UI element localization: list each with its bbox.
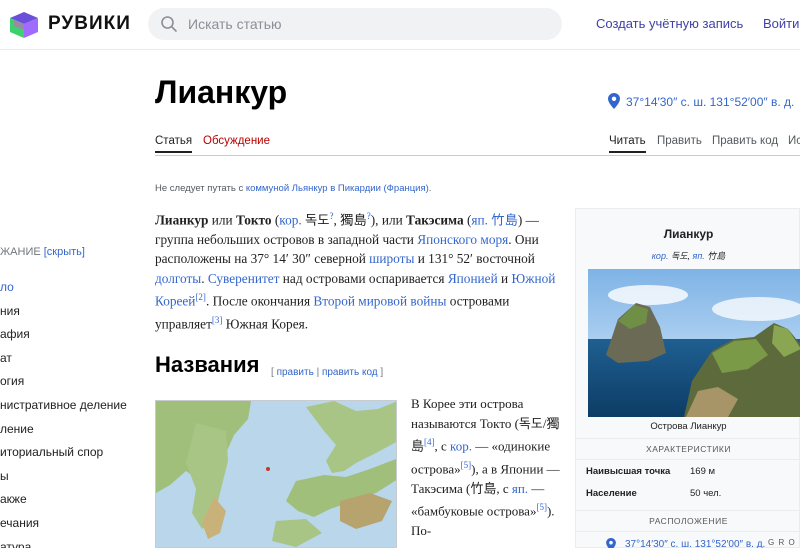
- toc-item[interactable]: акже: [0, 492, 27, 506]
- tab-edit[interactable]: Править: [657, 135, 702, 147]
- tab-article[interactable]: Статья: [155, 135, 193, 153]
- infobox-key: Наивысшая точка: [586, 466, 671, 477]
- sea-of-japan-link[interactable]: Японского моря: [417, 232, 508, 247]
- geo-label[interactable]: G R O: [768, 538, 796, 547]
- hatnote: Не следует путать с коммуной Льянкур в П…: [155, 183, 432, 194]
- toc-hide-toggle[interactable]: [скрыть]: [44, 246, 85, 258]
- infobox-subtitle: кор. 독도, яп. 竹島: [651, 251, 726, 261]
- brand-name[interactable]: РУВИКИ: [48, 13, 131, 35]
- toc-item[interactable]: ния: [0, 304, 20, 318]
- top-header: РУВИКИ Создать учётную запись Войти: [0, 0, 800, 50]
- tab-history[interactable]: Ис: [788, 135, 800, 147]
- toc-item[interactable]: ы: [0, 469, 9, 483]
- map-pin-icon: [608, 93, 620, 109]
- longitude-link[interactable]: долготы: [155, 271, 201, 286]
- japan-link[interactable]: Японией: [448, 271, 498, 286]
- reference-2[interactable]: [2]: [195, 292, 206, 302]
- infobox-value: 169 м: [690, 466, 716, 477]
- tab-discussion[interactable]: Обсуждение: [203, 135, 270, 147]
- section-edit-link[interactable]: править: [277, 367, 314, 378]
- reference-5[interactable]: [5]: [536, 502, 547, 512]
- korean-lang-link[interactable]: кор.: [450, 438, 472, 453]
- toc-item[interactable]: нистративное деление: [0, 398, 127, 412]
- reference-5[interactable]: [5]: [461, 460, 472, 470]
- infobox-section-location: РАСПОЛОЖЕНИЕ: [576, 510, 800, 532]
- japanese-name-link[interactable]: 竹島: [488, 212, 518, 227]
- page-title: Лианкур: [155, 74, 288, 110]
- toc-item[interactable]: ат: [0, 351, 12, 365]
- login-link[interactable]: Войти: [763, 16, 799, 31]
- reference-3[interactable]: [3]: [212, 315, 223, 325]
- toc-item[interactable]: ление: [0, 422, 34, 436]
- toc-item[interactable]: огия: [0, 374, 24, 388]
- toc-item[interactable]: ечания: [0, 516, 39, 530]
- map-image: [156, 401, 396, 547]
- coordinates-text[interactable]: 37°14′30″ с. ш. 131°52′00″ в. д.: [626, 95, 794, 109]
- infobox-section-characteristics: ХАРАКТЕРИСТИКИ: [576, 438, 800, 460]
- map-thumbnail[interactable]: [155, 400, 397, 548]
- tabs-divider: [155, 155, 800, 156]
- tab-edit-source[interactable]: Править код: [712, 135, 778, 147]
- section-edit-source-link[interactable]: править код: [322, 367, 378, 378]
- title-coordinates[interactable]: 37°14′30″ с. ш. 131°52′00″ в. д.: [608, 93, 794, 109]
- japanese-lang-link[interactable]: яп.: [693, 251, 705, 261]
- latitude-link[interactable]: широты: [369, 251, 414, 266]
- section-heading-names: Названия: [155, 352, 260, 377]
- infobox-key: Население: [586, 488, 637, 499]
- search-icon: [161, 16, 177, 32]
- search-input[interactable]: [188, 14, 548, 34]
- korean-lang-link[interactable]: кор.: [652, 251, 669, 261]
- hatnote-link[interactable]: коммуной Льянкур в Пикардии (Франция): [246, 183, 429, 194]
- toc-item[interactable]: атура: [0, 540, 31, 548]
- reference-4[interactable]: [4]: [424, 437, 435, 447]
- korean-lang-link[interactable]: кор.: [279, 212, 301, 227]
- toc-heading: ЖАНИЕ [скрыть]: [0, 246, 85, 258]
- japanese-lang-link[interactable]: яп.: [471, 212, 488, 227]
- infobox-caption: Острова Лианкур: [650, 421, 727, 432]
- islands-photo: [588, 269, 800, 417]
- infobox-photo[interactable]: [588, 269, 800, 417]
- section-edit-links: [ править | править код ]: [271, 367, 384, 378]
- tab-read[interactable]: Читать: [609, 135, 646, 153]
- lead-paragraph: Лианкур или Токто (кор. 독도?, 獨島?), или Т…: [155, 211, 556, 332]
- create-account-link[interactable]: Создать учётную запись: [596, 16, 743, 31]
- infobox-title: Лианкур: [663, 227, 714, 241]
- toc-item[interactable]: ло: [0, 280, 14, 294]
- map-pin-icon: [606, 538, 616, 548]
- toc-item[interactable]: иториальный спор: [0, 445, 103, 459]
- infobox-value: 50 чел.: [690, 488, 722, 499]
- infobox-coordinates[interactable]: 37°14′30″ с. ш. 131°52′00″ в. д.: [625, 539, 765, 548]
- infobox: Лианкур кор. 독도, яп. 竹島 Острова Лианкур …: [575, 208, 800, 548]
- rubiki-logo-icon[interactable]: [8, 12, 40, 38]
- sovereignty-link[interactable]: Суверенитет: [208, 271, 280, 286]
- search-box[interactable]: [148, 8, 562, 40]
- names-paragraph: В Корее эти острова называются Токто (독도…: [411, 396, 560, 538]
- ww2-link[interactable]: Второй мировой войны: [313, 294, 446, 309]
- toc-item[interactable]: афия: [0, 327, 30, 341]
- japanese-lang-link[interactable]: яп.: [512, 481, 528, 496]
